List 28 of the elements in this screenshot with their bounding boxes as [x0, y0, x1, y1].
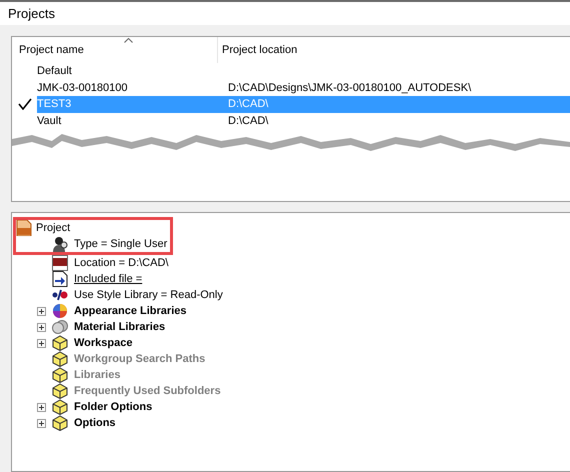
expand-icon[interactable]	[37, 322, 46, 332]
tree-item[interactable]: Project	[36, 220, 70, 236]
tree-item[interactable]: Material Libraries	[74, 319, 166, 335]
tree-item[interactable]: Location = D:\CAD\	[74, 255, 168, 271]
text-field-icon	[52, 255, 68, 271]
column-header[interactable]: Project name	[12, 37, 218, 63]
tree-item[interactable]: Workspace	[74, 335, 132, 351]
column-header[interactable]: Project location	[218, 42, 298, 58]
table-row[interactable]: Default	[37, 63, 570, 80]
tree-item[interactable]: Appearance Libraries	[74, 303, 186, 319]
expand-icon[interactable]	[37, 418, 46, 428]
tree-item[interactable]: Use Style Library = Read-Only	[74, 287, 223, 303]
sphere-icon	[52, 303, 68, 319]
tree-item[interactable]: Options	[74, 415, 116, 431]
document-icon	[16, 220, 32, 236]
person-icon	[52, 236, 68, 252]
tree-item[interactable]: Included file =	[74, 271, 142, 287]
file-arrow-icon	[52, 271, 68, 287]
tree-item[interactable]: Folder Options	[74, 399, 152, 415]
table-row[interactable]: JMK-03-00180100 D:\CAD\Designs\JMK-03-00180100_AUTODESK\	[37, 80, 570, 96]
sphere-icon	[52, 319, 68, 335]
style-icon	[52, 287, 68, 303]
expand-icon[interactable]	[37, 402, 46, 412]
expand-icon[interactable]	[37, 306, 46, 316]
sort-icon	[124, 38, 133, 43]
table-row[interactable]: Vault D:\CAD\	[37, 112, 570, 129]
expand-icon[interactable]	[37, 338, 46, 348]
window-title: Projects	[8, 4, 55, 23]
